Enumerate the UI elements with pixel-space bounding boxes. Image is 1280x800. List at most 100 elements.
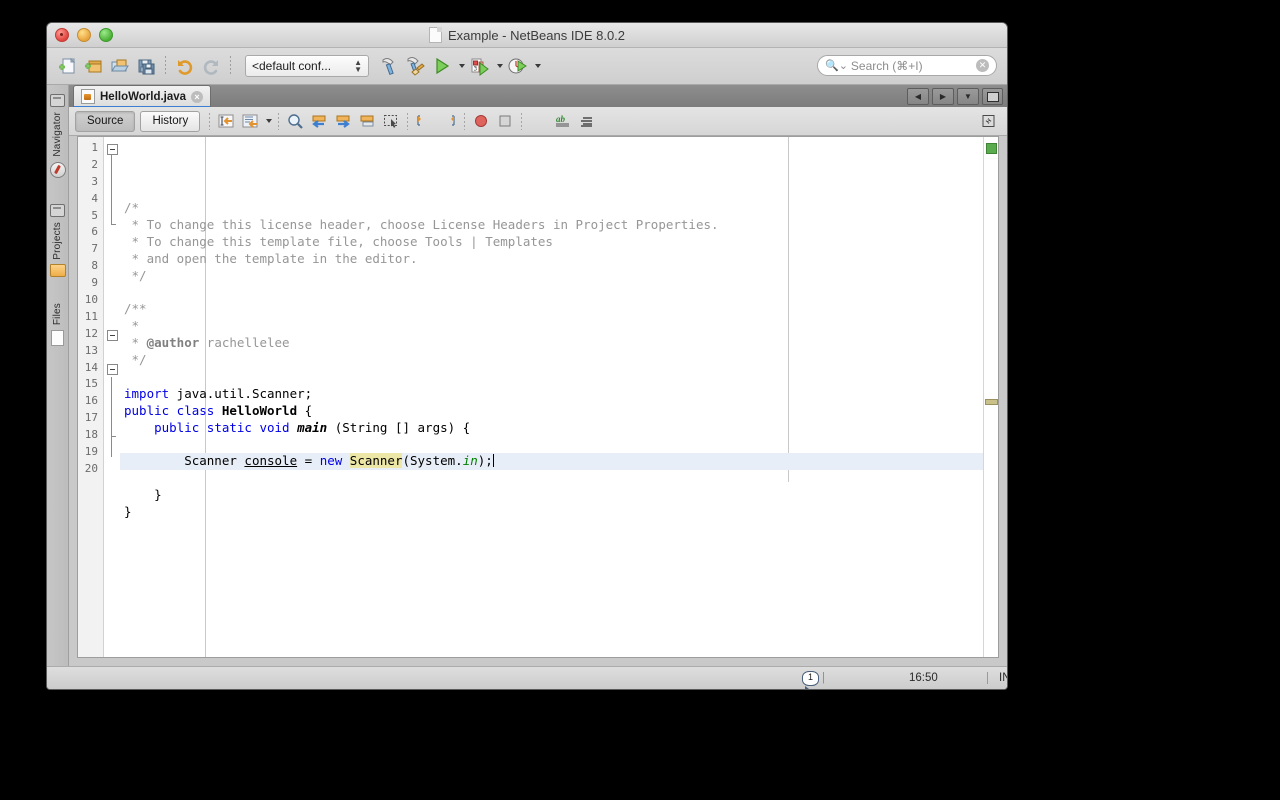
- toolbar-separator: [521, 113, 522, 130]
- maximize-icon[interactable]: [982, 88, 1003, 105]
- chevron-down-icon: [535, 64, 541, 68]
- save-all-icon: [136, 56, 156, 76]
- file-icon: [51, 330, 64, 346]
- code-text[interactable]: /* * To change this license header, choo…: [120, 137, 983, 657]
- run-project-button[interactable]: [429, 53, 455, 79]
- code-line[interactable]: */: [120, 352, 983, 369]
- collapse-fold-icon[interactable]: [107, 364, 118, 375]
- code-line[interactable]: */: [120, 268, 983, 285]
- last-edit-icon[interactable]: [214, 110, 238, 132]
- profile-dropdown-button[interactable]: [531, 53, 543, 79]
- build-project-button[interactable]: [377, 53, 403, 79]
- open-project-button[interactable]: [107, 53, 133, 79]
- document-icon: [429, 27, 442, 43]
- code-line[interactable]: * and open the template in the editor.: [120, 251, 983, 268]
- code-line[interactable]: * @author rachellelee: [120, 335, 983, 352]
- project-configuration-combo[interactable]: <default conf... ▲▼: [245, 55, 369, 77]
- toggle-rectangular-selection-icon[interactable]: [379, 110, 403, 132]
- collapse-fold-icon[interactable]: [107, 330, 118, 341]
- toolbar-separator: [165, 56, 166, 76]
- fold-cell: [104, 174, 120, 191]
- fold-cell[interactable]: [104, 360, 120, 377]
- clear-icon[interactable]: ✕: [976, 59, 989, 72]
- line-number: 17: [78, 410, 103, 427]
- code-line[interactable]: [120, 436, 983, 453]
- code-line[interactable]: Scanner console = new Scanner(System.in)…: [120, 453, 983, 470]
- fold-cell[interactable]: [104, 326, 120, 343]
- occurrence-annotation[interactable]: [985, 399, 998, 405]
- code-editor[interactable]: 1234567891011121314151617181920 /* * To …: [77, 136, 999, 658]
- history-view-button[interactable]: History: [140, 111, 200, 132]
- status-time: 16:50: [909, 672, 938, 684]
- notification-badge[interactable]: 1 |: [802, 671, 825, 686]
- run-dropdown-button[interactable]: [455, 53, 467, 79]
- code-line[interactable]: [120, 470, 983, 487]
- new-file-button[interactable]: [55, 53, 81, 79]
- shift-line-left-icon[interactable]: [412, 110, 436, 132]
- toggle-highlight-search-icon[interactable]: ab: [552, 110, 576, 132]
- code-line[interactable]: [120, 369, 983, 386]
- code-line[interactable]: [120, 521, 983, 538]
- code-editor-pane: 1234567891011121314151617181920 /* * To …: [69, 136, 1007, 666]
- tab-list-button[interactable]: ▼: [957, 88, 979, 105]
- code-line[interactable]: /*: [120, 200, 983, 217]
- new-project-icon: [84, 56, 104, 76]
- stop-macro-recording-icon[interactable]: [493, 110, 517, 132]
- line-number: 1: [78, 140, 103, 157]
- close-icon[interactable]: ×: [191, 91, 203, 103]
- find-selection-icon[interactable]: [283, 110, 307, 132]
- scroll-tabs-left-button[interactable]: ◀: [907, 88, 929, 105]
- collapse-fold-icon[interactable]: [107, 144, 118, 155]
- code-line[interactable]: public class HelloWorld {: [120, 403, 983, 420]
- fold-cell[interactable]: [104, 140, 120, 157]
- fold-cell: [104, 309, 120, 326]
- redo-button[interactable]: [198, 53, 224, 79]
- new-project-button[interactable]: [81, 53, 107, 79]
- minimize-window-button[interactable]: [77, 28, 91, 42]
- code-line[interactable]: * To change this license header, choose …: [120, 217, 983, 234]
- chevron-down-icon: [266, 119, 272, 123]
- previous-bookmark-icon[interactable]: [307, 110, 331, 132]
- toolbar-separator: [407, 113, 408, 130]
- history-dropdown-button[interactable]: [262, 110, 274, 132]
- undo-button[interactable]: [172, 53, 198, 79]
- code-line[interactable]: * To change this template file, choose T…: [120, 234, 983, 251]
- inspect-members-icon[interactable]: [977, 110, 1001, 132]
- previous-error-icon[interactable]: [576, 110, 600, 132]
- search-input[interactable]: 🔍⌄ Search (⌘+I) ✕: [817, 55, 997, 76]
- line-number: 2: [78, 157, 103, 174]
- sidebar-tab-files[interactable]: Files: [47, 298, 68, 351]
- code-line[interactable]: /**: [120, 301, 983, 318]
- shift-line-right-icon[interactable]: [436, 110, 460, 132]
- save-all-button[interactable]: [133, 53, 159, 79]
- back-in-history-icon[interactable]: [238, 110, 262, 132]
- code-folding-column[interactable]: [104, 137, 120, 657]
- notification-count: 1: [802, 671, 819, 686]
- zoom-window-button[interactable]: [99, 28, 113, 42]
- error-strip[interactable]: [983, 137, 998, 657]
- code-line[interactable]: }: [120, 504, 983, 521]
- search-icon: 🔍⌄: [825, 59, 848, 72]
- profile-project-button[interactable]: [505, 53, 531, 79]
- fold-cell: [104, 461, 120, 478]
- debug-project-button[interactable]: 3: [467, 53, 493, 79]
- code-line[interactable]: }: [120, 487, 983, 504]
- document-tab-helloworld[interactable]: HelloWorld.java ×: [73, 85, 211, 107]
- toggle-bookmark-icon[interactable]: [355, 110, 379, 132]
- scroll-tabs-right-button[interactable]: ▶: [932, 88, 954, 105]
- close-window-button[interactable]: [55, 28, 69, 42]
- line-number: 10: [78, 292, 103, 309]
- search-placeholder: Search (⌘+I): [851, 59, 976, 73]
- clean-and-build-button[interactable]: [403, 53, 429, 79]
- code-line[interactable]: *: [120, 318, 983, 335]
- debug-dropdown-button[interactable]: [493, 53, 505, 79]
- sidebar-tab-projects[interactable]: Projects: [47, 199, 68, 283]
- code-line[interactable]: public static void main (String [] args)…: [120, 420, 983, 437]
- start-macro-recording-icon[interactable]: [469, 110, 493, 132]
- code-line[interactable]: [120, 284, 983, 301]
- code-line[interactable]: import java.util.Scanner;: [120, 386, 983, 403]
- next-bookmark-icon[interactable]: [331, 110, 355, 132]
- source-view-button[interactable]: Source: [75, 111, 135, 132]
- line-number: 6: [78, 224, 103, 241]
- sidebar-tab-navigator[interactable]: Navigator: [47, 89, 68, 183]
